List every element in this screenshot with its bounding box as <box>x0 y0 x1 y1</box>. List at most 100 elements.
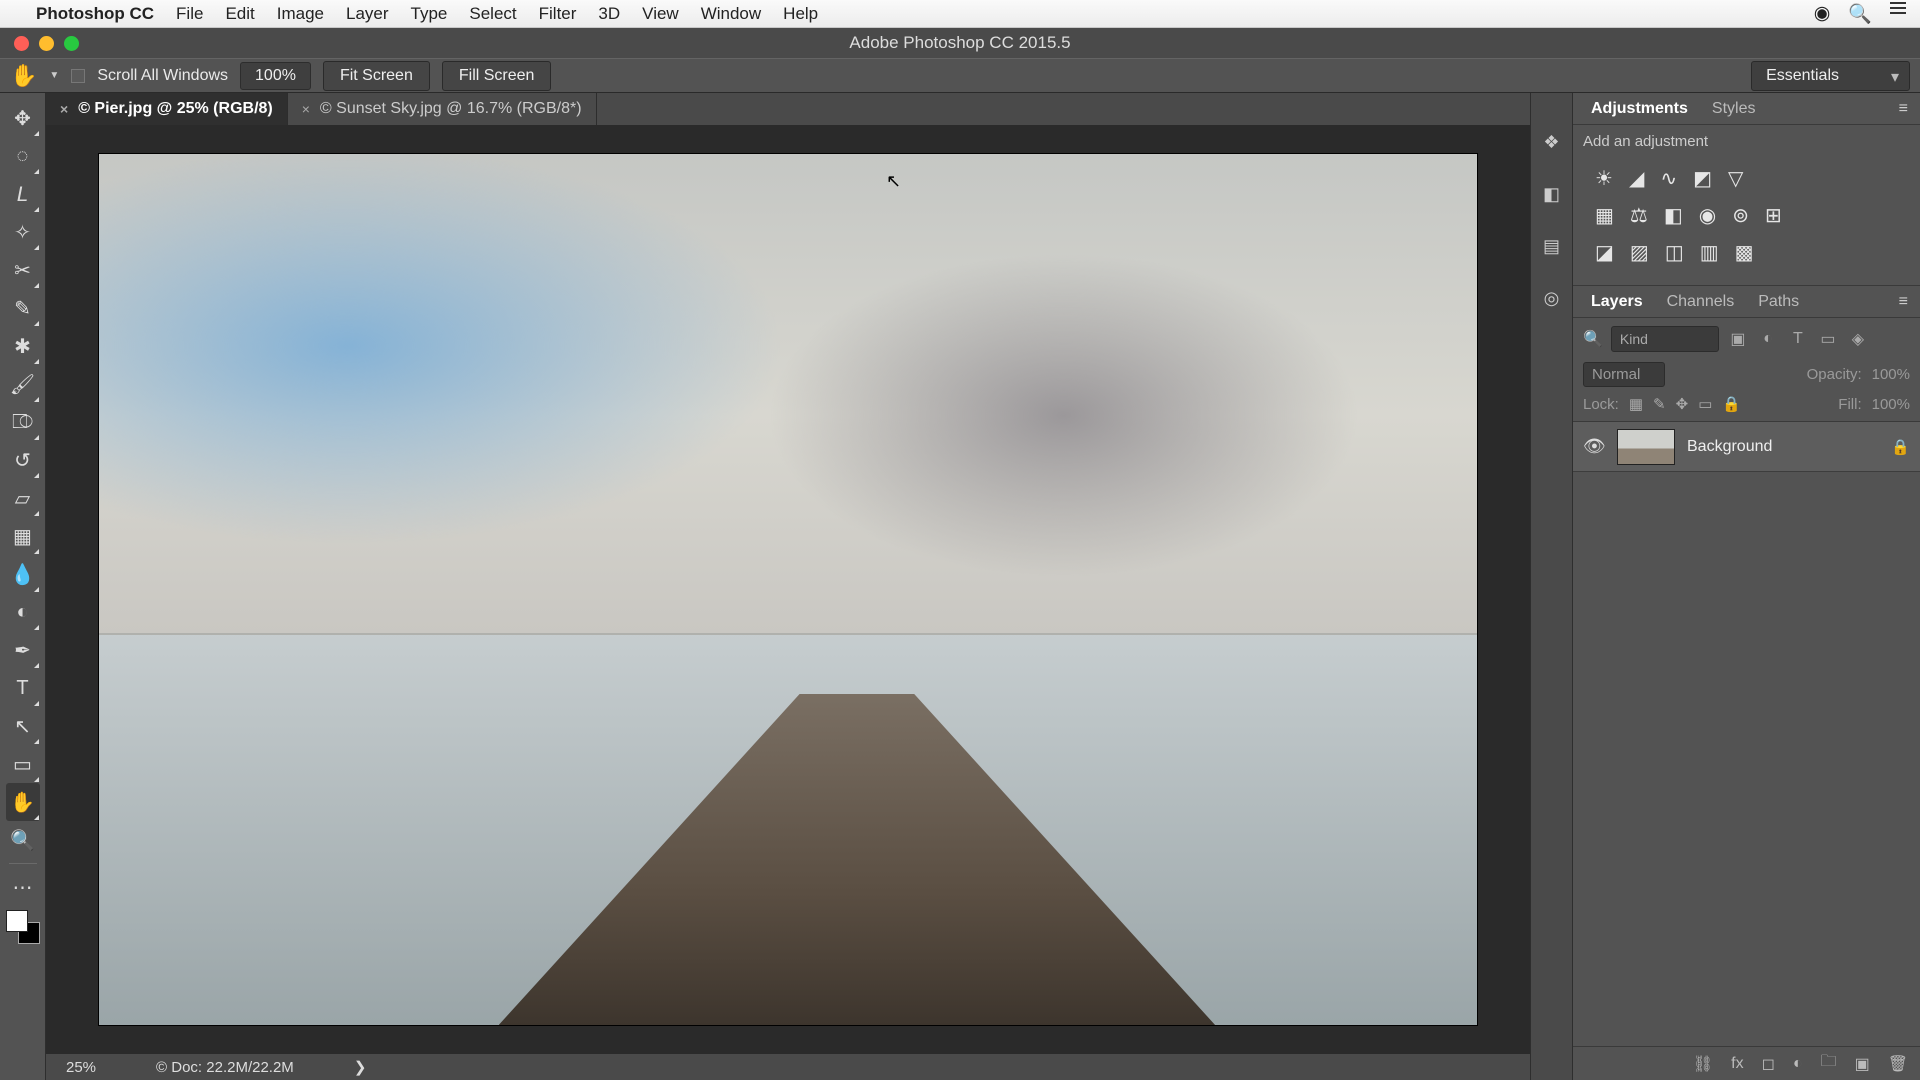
layer-visibility-icon[interactable]: 👁 <box>1583 436 1605 457</box>
color-lookup-icon[interactable]: ⊞ <box>1765 203 1782 228</box>
brush-tool[interactable]: 🖌 <box>6 365 40 403</box>
scroll-all-windows-checkbox[interactable] <box>71 69 85 83</box>
new-layer-icon[interactable]: ▣ <box>1855 1054 1870 1074</box>
menu-view[interactable]: View <box>642 4 679 24</box>
layer-filter-kind-dropdown[interactable]: Kind <box>1611 326 1719 352</box>
link-layers-icon[interactable]: ⛓ <box>1693 1054 1713 1074</box>
rectangle-tool[interactable]: ▭ <box>6 745 40 783</box>
window-minimize-button[interactable] <box>39 36 54 51</box>
menu-help[interactable]: Help <box>783 4 818 24</box>
lasso-tool[interactable]: 𝘓 <box>6 175 40 213</box>
menu-select[interactable]: Select <box>469 4 516 24</box>
workspace-dropdown[interactable]: Essentials <box>1751 61 1910 91</box>
move-tool[interactable]: ✥ <box>6 99 40 137</box>
filter-shape-icon[interactable]: ▭ <box>1817 329 1839 349</box>
status-flyout-icon[interactable]: ❯ <box>354 1058 367 1076</box>
hue-saturation-icon[interactable]: ▦ <box>1595 203 1614 228</box>
styles-tab[interactable]: Styles <box>1700 94 1768 124</box>
lock-artboard-icon[interactable]: ▭ <box>1698 395 1712 413</box>
status-doc-size[interactable]: © Doc: 22.2M/22.2M <box>156 1059 294 1076</box>
crop-tool[interactable]: ✂ <box>6 251 40 289</box>
selective-color-icon[interactable]: ▩ <box>1735 240 1754 265</box>
eraser-tool[interactable]: ▱ <box>6 479 40 517</box>
photo-filter-icon[interactable]: ◉ <box>1699 203 1716 228</box>
menu-layer[interactable]: Layer <box>346 4 389 24</box>
paths-tab[interactable]: Paths <box>1746 287 1811 317</box>
close-tab-icon[interactable]: × <box>60 101 68 117</box>
fit-screen-button[interactable]: Fit Screen <box>323 61 430 91</box>
type-tool[interactable]: T <box>6 669 40 707</box>
libraries-panel-icon[interactable]: ▤ <box>1539 233 1565 259</box>
edit-toolbar-button[interactable]: ⋯ <box>6 868 40 906</box>
color-balance-icon[interactable]: ⚖ <box>1630 203 1648 228</box>
brightness-contrast-icon[interactable]: ☀ <box>1595 166 1613 191</box>
history-brush-tool[interactable]: ↺ <box>6 441 40 479</box>
path-selection-tool[interactable]: ↖ <box>6 707 40 745</box>
healing-brush-tool[interactable]: ✱ <box>6 327 40 365</box>
new-fill-adjustment-icon[interactable]: ◐ <box>1793 1055 1803 1073</box>
delete-layer-icon[interactable]: 🗑 <box>1888 1054 1908 1074</box>
blend-mode-dropdown[interactable]: Normal <box>1583 362 1665 387</box>
posterize-icon[interactable]: ▨ <box>1630 240 1649 265</box>
gradient-tool[interactable]: ▦ <box>6 517 40 555</box>
threshold-icon[interactable]: ◫ <box>1665 240 1684 265</box>
filter-pixel-icon[interactable]: ▣ <box>1727 329 1749 349</box>
layers-tab[interactable]: Layers <box>1579 287 1655 317</box>
vibrance-icon[interactable]: ▽ <box>1728 166 1743 191</box>
panel-menu-icon[interactable]: ≡ <box>1899 293 1914 311</box>
window-zoom-button[interactable] <box>64 36 79 51</box>
tool-preset-chevron-icon[interactable]: ▼ <box>49 70 59 81</box>
menu-window[interactable]: Window <box>701 4 761 24</box>
color-swatches[interactable] <box>6 910 40 944</box>
black-white-icon[interactable]: ◧ <box>1664 203 1683 228</box>
filter-type-icon[interactable]: T <box>1787 330 1809 348</box>
filter-adjustment-icon[interactable]: ◐ <box>1757 330 1779 348</box>
marquee-tool[interactable]: ◌ <box>6 137 40 175</box>
menu-file[interactable]: File <box>176 4 203 24</box>
clone-stamp-tool[interactable]: ⎄ <box>6 403 40 441</box>
magic-wand-tool[interactable]: ✧ <box>6 213 40 251</box>
fill-value[interactable]: 100% <box>1872 396 1910 413</box>
menu-3d[interactable]: 3D <box>598 4 620 24</box>
properties-panel-icon[interactable]: ◧ <box>1539 181 1565 207</box>
menu-edit[interactable]: Edit <box>225 4 254 24</box>
zoom-tool[interactable]: 🔍 <box>6 821 40 859</box>
foreground-color-swatch[interactable] <box>6 910 28 932</box>
layer-lock-icon[interactable]: 🔒 <box>1891 438 1910 456</box>
menu-type[interactable]: Type <box>411 4 448 24</box>
dodge-tool[interactable]: ◐ <box>6 593 40 631</box>
layer-row[interactable]: 👁 Background 🔒 <box>1573 422 1920 472</box>
eyedropper-tool[interactable]: ✎ <box>6 289 40 327</box>
gradient-map-icon[interactable]: ▥ <box>1700 240 1719 265</box>
adjustments-tab[interactable]: Adjustments <box>1579 94 1700 124</box>
channel-mixer-icon[interactable]: ⊚ <box>1732 203 1749 228</box>
hand-tool[interactable]: ✋ <box>6 783 40 821</box>
cc-libraries-icon[interactable]: ◎ <box>1539 285 1565 311</box>
document-tab-pier[interactable]: × © Pier.jpg @ 25% (RGB/8) <box>46 93 288 125</box>
menu-filter[interactable]: Filter <box>539 4 577 24</box>
levels-icon[interactable]: ◢ <box>1629 166 1644 191</box>
curves-icon[interactable]: ∿ <box>1660 166 1677 191</box>
fill-screen-button[interactable]: Fill Screen <box>442 61 552 91</box>
cc-sync-icon[interactable]: ◉ <box>1814 2 1831 26</box>
panel-menu-icon[interactable]: ≡ <box>1899 100 1914 118</box>
hand-tool-icon[interactable]: ✋ <box>10 63 37 89</box>
menubar-list-icon[interactable] <box>1890 2 1906 26</box>
lock-transparency-icon[interactable]: ▦ <box>1629 395 1643 413</box>
layer-thumbnail[interactable] <box>1617 429 1675 465</box>
lock-all-icon[interactable]: 🔒 <box>1722 395 1741 413</box>
add-mask-icon[interactable]: ◻ <box>1762 1054 1775 1074</box>
pen-tool[interactable]: ✒ <box>6 631 40 669</box>
canvas-viewport[interactable]: ↖ <box>46 125 1530 1054</box>
opacity-value[interactable]: 100% <box>1872 366 1910 383</box>
layer-fx-icon[interactable]: fx <box>1731 1055 1743 1073</box>
window-close-button[interactable] <box>14 36 29 51</box>
spotlight-icon[interactable]: 🔍 <box>1848 2 1872 26</box>
new-group-icon[interactable]: 🗀 <box>1821 1050 1837 1077</box>
zoom-level-field[interactable]: 100% <box>240 62 311 90</box>
exposure-icon[interactable]: ◩ <box>1693 166 1712 191</box>
menu-image[interactable]: Image <box>277 4 324 24</box>
lock-image-icon[interactable]: ✎ <box>1653 395 1666 413</box>
layer-name[interactable]: Background <box>1687 438 1879 456</box>
document-tab-sunset-sky[interactable]: × © Sunset Sky.jpg @ 16.7% (RGB/8*) <box>288 93 597 125</box>
